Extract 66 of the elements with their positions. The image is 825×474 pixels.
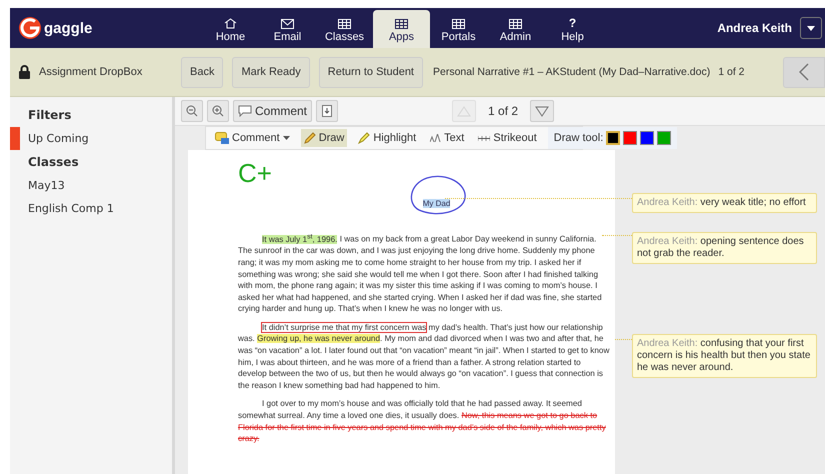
toolbar-button[interactable]: Back (181, 56, 224, 88)
sidebar-item[interactable]: May13 (10, 174, 172, 197)
speech-bubble-icon (238, 105, 252, 117)
zoom-in-icon (212, 105, 224, 117)
paragraph-text: It was July 1$^{st}$, 1996. I was on my back from a great Labor Day weekend in sunny California. The sunroof in the car was down, and I was just enjoying the long drive home. Suddenly my phone rang; it was my mom asking me to come home straight to her house from my trip. I asked her if something was wrong; she said she would tell me when I got there. Soon after I had finished talking with mom, the phone rang again; it was my sister this time asking if I was coming to mom’s house. I asked her what had happened, and she started crying. When I asked her if dad was fine, she started crying harder and hung up. That’s when I knew he was no longer with us. (238, 232, 603, 315)
next-page-button[interactable] (530, 100, 554, 122)
user-menu-button[interactable] (800, 17, 822, 39)
logo-text: gaggle (44, 20, 92, 36)
nav-tab[interactable]: Classes (316, 10, 373, 48)
caret-icon (807, 26, 815, 30)
help-icon: ? (568, 18, 576, 29)
sidebar-heading: Classes (27, 154, 80, 171)
zoom-out-icon (186, 105, 198, 117)
paragraph-text: It didn’t surprise me that my first concern was my dad’s health. That’s just how our relationship was. Growing up, he was never around. My mom and dad divorced when I was two and after that, he was “on vacation” a lot. I later found out that “on vacation” meant “in jail”. When I started to get to know him, I was about thirteen, and he was more of a friend than a father. A strong relation started to develop between the two of us, but then he would always go “on vacation”. I guess that connection is the reason I knew something bad had happened to him. (238, 322, 610, 392)
nav-tab[interactable]: Admin (487, 10, 544, 48)
comment-note[interactable]: Andrea Keith: very weak title; no effort (632, 193, 817, 213)
strikeout-icon (478, 134, 490, 142)
color-swatch[interactable] (623, 131, 638, 145)
user-name: Andrea Keith (717, 21, 792, 35)
zoom-out-button[interactable] (181, 100, 203, 122)
pencil-icon (304, 132, 316, 144)
color-swatch[interactable] (640, 131, 654, 145)
page-indicator: 1 of 2 (488, 104, 518, 118)
grade-mark: C+ (238, 160, 273, 186)
triangle-down-icon (535, 106, 550, 116)
annotation-tool[interactable]: Highlight (355, 129, 420, 147)
annotation-tool[interactable]: Draw (300, 129, 348, 147)
color-swatch[interactable] (657, 131, 672, 145)
highlighter-icon (358, 132, 370, 144)
nav-tab[interactable]: Apps (373, 10, 430, 48)
text-size-icon (430, 134, 442, 142)
comment-note[interactable]: Andrea Keith: opening sentence does not grab the reader. (632, 232, 817, 264)
paragraph-text: I got over to my mom’s house and was officially told that he had passed away. It seemed somewhat surreal. Any time a loved one dies, it usually does. Now, this means we got to go back to Florida for the first time in five years and spend time with my dad’s side of the family, which was pretty crazy. (238, 398, 607, 445)
lock-icon (19, 65, 30, 79)
comment-note[interactable]: Andrea Keith: confusing that your first concern is his health but then you state he was never around. (632, 334, 817, 378)
document-title: Personal Narrative #1 – AKStudent (My Dad–Narrative.doc) (433, 66, 710, 78)
grid-icon (509, 19, 522, 29)
zoom-in-button[interactable] (207, 100, 229, 122)
draw-tool-label: Draw tool: (554, 132, 604, 144)
annotation-tool[interactable]: Text (427, 129, 468, 147)
download-icon (322, 105, 332, 117)
document-position: 1 of 2 (718, 66, 744, 78)
nav-tab[interactable]: Portals (430, 10, 487, 48)
sidebar-heading: Filters (27, 107, 72, 124)
grid-icon (452, 19, 465, 29)
color-swatch[interactable] (606, 131, 620, 145)
caret-icon (282, 136, 290, 140)
nav-tab[interactable]: Home (202, 10, 259, 48)
toolbar-button[interactable]: Return to Student (318, 56, 423, 88)
toolbar-button[interactable]: Mark Ready (232, 56, 310, 88)
download-button[interactable] (316, 100, 338, 122)
chevron-left-icon (799, 63, 809, 81)
logo-icon (18, 16, 42, 40)
annotation-tool[interactable]: Strikeout (475, 129, 540, 147)
comment-button[interactable]: Comment (233, 100, 312, 122)
envelope-icon (281, 19, 294, 29)
nav-tab[interactable]: Email (259, 10, 316, 48)
document-title-text: My Dad (422, 199, 450, 208)
grid-icon (395, 19, 408, 29)
home-icon (224, 18, 237, 29)
grid-icon (338, 19, 351, 29)
comment-icon (215, 132, 229, 144)
sidebar-item[interactable]: English Comp 1 (10, 197, 172, 220)
nav-tab[interactable]: ? Help (544, 10, 601, 48)
annotation-tool[interactable]: Comment (212, 129, 293, 147)
section-title: Assignment DropBox (39, 66, 144, 78)
